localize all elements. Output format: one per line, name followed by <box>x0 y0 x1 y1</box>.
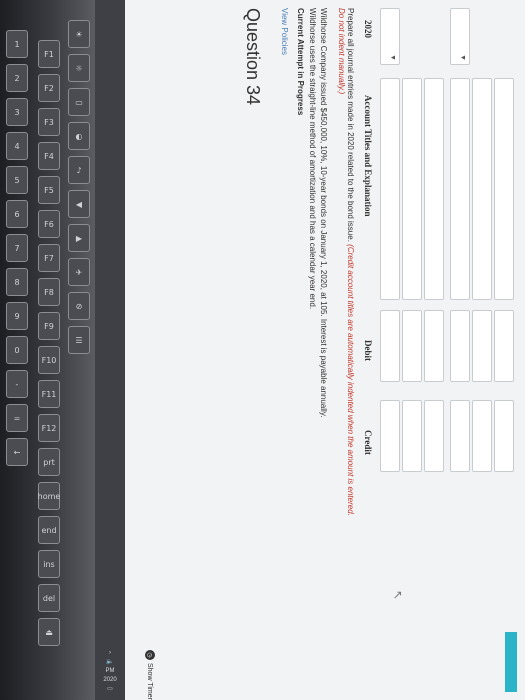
key: prt <box>38 448 60 476</box>
account-input[interactable] <box>380 78 400 300</box>
key: ☰ <box>68 326 90 354</box>
key: ♪ <box>68 156 90 184</box>
clock-icon: ◷ <box>145 650 155 660</box>
key: F6 <box>38 210 60 238</box>
debit-input[interactable] <box>380 310 400 382</box>
key: - <box>6 370 28 398</box>
debit-input[interactable] <box>450 310 470 382</box>
key: F9 <box>38 312 60 340</box>
key: 7 <box>6 234 28 262</box>
key: ⏏ <box>38 618 60 646</box>
account-input[interactable] <box>450 78 470 300</box>
instruction-text: Prepare all journal entries made in 2020… <box>346 8 355 242</box>
key-row-f: F1 F2 F3 F4 F5 F6 F7 F8 F9 F10 F11 F12 p… <box>38 40 60 646</box>
key: home <box>38 482 60 510</box>
key: 1 <box>6 30 28 58</box>
credit-input[interactable] <box>494 400 514 472</box>
chevron-down-icon: ▼ <box>389 54 396 61</box>
taskbar-tray: › 🔈 PM 2020 ▭ <box>103 649 116 694</box>
key: 5 <box>6 166 28 194</box>
save-button[interactable] <box>505 632 517 692</box>
credit-input[interactable] <box>380 400 400 472</box>
screen: Question 34 View Policies Current Attemp… <box>125 0 525 700</box>
key: 6 <box>6 200 28 228</box>
key: del <box>38 584 60 612</box>
key: 9 <box>6 302 28 330</box>
credit-input[interactable] <box>424 400 444 472</box>
key: 3 <box>6 98 28 126</box>
view-policies-link[interactable]: View Policies <box>280 8 289 55</box>
key: 4 <box>6 132 28 160</box>
debit-input[interactable] <box>424 310 444 382</box>
key: F8 <box>38 278 60 306</box>
attempt-status: Current Attempt in Progress <box>296 8 305 116</box>
clock-time: PM <box>105 668 115 674</box>
laptop-keyboard: 1 2 3 4 5 6 7 8 9 0 - = ← F1 F2 F3 F4 F5… <box>0 0 95 700</box>
key: 2 <box>6 64 28 92</box>
debit-header: Debit <box>363 340 373 361</box>
key: F12 <box>38 414 60 442</box>
key: F11 <box>38 380 60 408</box>
account-header: Account Titles and Explanation <box>363 95 373 217</box>
key-row-fn: ☀ ☼ ▭ ◐ ♪ ◀ ▶ ✈ ⊘ ☰ <box>68 20 90 354</box>
year-header: 2020 <box>363 20 373 38</box>
credit-input[interactable] <box>402 400 422 472</box>
chevron-up-icon[interactable]: › <box>103 649 116 658</box>
instruction: Prepare all journal entries made in 2020… <box>337 8 355 528</box>
key: ✈ <box>68 258 90 286</box>
show-timer-button[interactable]: ◷ Show Timer <box>145 650 155 700</box>
show-timer-label: Show Timer <box>146 663 154 700</box>
key: ◀ <box>68 190 90 218</box>
key: F3 <box>38 108 60 136</box>
debit-input[interactable] <box>494 310 514 382</box>
volume-icon[interactable]: 🔈 <box>103 658 116 667</box>
key: 0 <box>6 336 28 364</box>
key: ☼ <box>68 54 90 82</box>
laptop-bezel: › 🔈 PM 2020 ▭ <box>95 0 125 700</box>
key: F1 <box>38 40 60 68</box>
key: ⊘ <box>68 292 90 320</box>
key: F10 <box>38 346 60 374</box>
key: = <box>6 404 28 432</box>
key: 8 <box>6 268 28 296</box>
debit-input[interactable] <box>472 310 492 382</box>
date-select[interactable]: ▼ <box>380 8 400 65</box>
key: F4 <box>38 142 60 170</box>
account-input[interactable] <box>424 78 444 300</box>
key: end <box>38 516 60 544</box>
question-page: Question 34 View Policies Current Attemp… <box>125 0 525 700</box>
key: ← <box>6 438 28 466</box>
chevron-down-icon: ▼ <box>459 54 466 61</box>
key: F7 <box>38 244 60 272</box>
mouse-cursor-icon: ↖ <box>391 590 405 601</box>
key: ins <box>38 550 60 578</box>
problem-text: Wildhorse Company issued $450,000, 10%, … <box>308 8 328 418</box>
credit-header: Credit <box>363 430 373 455</box>
key: ▭ <box>68 88 90 116</box>
account-input[interactable] <box>494 78 514 300</box>
debit-input[interactable] <box>402 310 422 382</box>
key: F2 <box>38 74 60 102</box>
key: ☀ <box>68 20 90 48</box>
account-input[interactable] <box>402 78 422 300</box>
key: ▶ <box>68 224 90 252</box>
credit-input[interactable] <box>472 400 492 472</box>
page-title: Question 34 <box>243 8 263 106</box>
date-select[interactable]: ▼ <box>450 8 470 65</box>
notification-icon[interactable]: ▭ <box>103 685 116 694</box>
credit-input[interactable] <box>450 400 470 472</box>
account-input[interactable] <box>472 78 492 300</box>
clock-date: 2020 <box>103 677 117 683</box>
key: F5 <box>38 176 60 204</box>
key: ◐ <box>68 122 90 150</box>
key-row-a: 1 2 3 4 5 6 7 8 9 0 - = ← <box>6 30 28 466</box>
